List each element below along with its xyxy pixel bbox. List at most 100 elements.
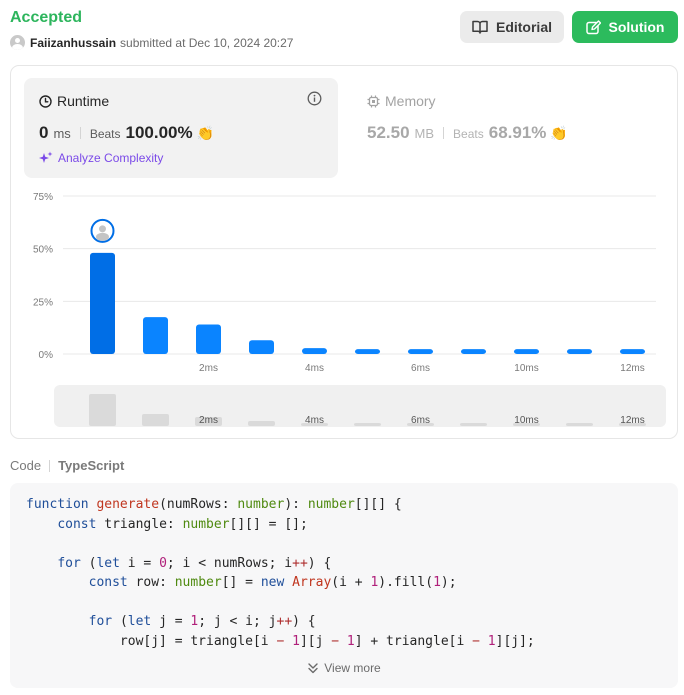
code-token: number [307,497,355,512]
navigator-tick-label: 2ms [199,415,218,426]
avatar[interactable] [10,35,25,50]
code-token: let [127,614,160,629]
code-line: for (let j = 1; j < i; j++) { [26,612,535,632]
chart-bar[interactable] [143,317,168,354]
chart-bar[interactable] [302,348,327,354]
code-token: number [174,575,222,590]
code-token: [] = [221,575,261,590]
code-line: const triangle: number[][] = []; [26,515,535,535]
analyze-complexity-link[interactable]: Analyze Complexity [39,151,163,165]
code-token: for [57,555,89,571]
x-tick-label: 4ms [305,363,324,374]
solution-label: Solution [608,19,665,35]
memory-title: Memory [367,93,436,109]
code-token: ( [119,614,128,629]
chart-bar[interactable] [461,349,486,354]
code-token: ; i < numRows; i [166,555,293,571]
code-token: let [96,555,128,571]
runtime-title-text: Runtime [57,93,110,109]
code-token: j = [159,614,191,629]
chart-bar[interactable] [408,349,433,354]
divider [79,127,81,139]
runtime-panel[interactable]: Runtime 0 ms Beats 100.00% 👏 Analyze Com… [24,78,338,178]
navigator-tick-label: 10ms [514,415,538,426]
navigator-tick-label: 12ms [620,415,644,426]
navigator-bar [460,423,487,426]
code-token: 1 [284,633,300,649]
chart-bar[interactable] [514,349,539,354]
y-tick-label: 75% [33,192,53,203]
sparkle-icon [39,151,53,163]
code-token: ) { [292,614,316,629]
x-tick-label: 12ms [620,363,644,374]
chart-bar[interactable] [90,252,115,354]
runtime-title: Runtime [39,93,109,109]
submitted-at-text: submitted at Dec 10, 2024 20:27 [120,35,294,50]
chart-bar[interactable] [355,349,380,354]
runtime-chart-svg: 75% 50% 25% 0% 2ms 4ms 6ms 10ms 12ms 2ms 4ms 6ms 10m… [33,192,656,426]
navigator-bar [354,423,381,426]
code-token: number [182,516,230,532]
runtime-unit: ms [53,126,71,141]
memory-beats-value: 68.91% [488,123,547,142]
code-token: row: [135,575,175,590]
editorial-button[interactable]: Editorial [460,11,564,43]
chart-bar[interactable] [249,340,274,354]
chart-bar[interactable] [196,324,221,354]
performance-card: Runtime 0 ms Beats 100.00% 👏 Analyze Com… [10,65,678,439]
code-token: (numRows: [159,497,238,512]
username-link[interactable]: Faiizanhussain [30,36,116,50]
x-tick-label: 10ms [514,363,538,374]
code-token: ][j [299,633,332,649]
code-token: generate [96,497,160,512]
memory-panel[interactable]: Memory 52.50 MB Beats 68.91% 👏 [352,78,666,178]
code-token: ] + triangle[i [354,633,473,649]
code-block[interactable]: function generate(numRows: number): numb… [10,483,678,688]
code-token: new [260,575,293,590]
code-token: ++ [276,614,293,629]
code-token: Array [292,575,332,590]
code-token: ); [440,575,457,590]
code-token: 1 [479,633,496,649]
memory-beats-label: Beats [453,127,484,141]
y-tick-label: 25% [33,297,53,308]
code-token: ][j]; [495,633,535,649]
code-token: const [57,516,105,532]
runtime-beats-value: 100.00% [125,123,193,142]
navigator-bar [89,394,116,426]
navigator-bar [566,423,593,426]
clock-icon [39,94,52,108]
runtime-distribution-chart[interactable]: 75% 50% 25% 0% 2ms 4ms 6ms 10ms 12ms 2ms 4ms 6ms 10m… [11,186,679,436]
code-token: (i + [331,575,371,590]
chart-bar[interactable] [620,349,645,354]
view-more-button[interactable]: View more [10,661,678,675]
editorial-label: Editorial [495,19,552,35]
clap-icon: 👏 [196,125,215,141]
navigator-bar [142,414,169,426]
divider [49,459,51,472]
code-token: ).fill( [378,575,434,590]
memory-title-text: Memory [385,93,436,109]
solution-button[interactable]: Solution [572,11,678,43]
code-token: [][] = []; [229,516,308,532]
edit-icon [585,19,601,34]
avatar-body [96,232,109,241]
view-more-label: View more [324,661,381,675]
runtime-beats-label: Beats [89,127,121,141]
submission-status: Accepted [10,9,83,26]
info-icon[interactable] [307,91,322,106]
code-token: for [88,614,120,629]
chart-bar[interactable] [567,349,592,354]
navigator-tick-label: 4ms [305,415,324,426]
code-line: const row: number[] = new Array(i + 1).f… [26,573,535,593]
code-token: ; j < i; j [198,614,277,629]
code-token: − [472,633,480,649]
runtime-stats: 0 ms Beats 100.00% 👏 [39,123,214,143]
book-icon [472,20,488,34]
submission-meta: Faiizanhussain submitted at Dec 10, 2024… [10,35,293,50]
